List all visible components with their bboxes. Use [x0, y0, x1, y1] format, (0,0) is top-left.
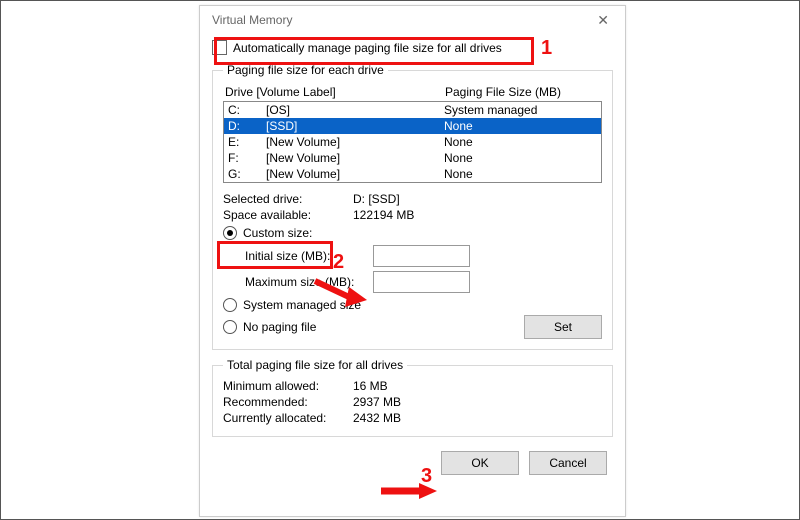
ok-button[interactable]: OK [441, 451, 519, 475]
virtual-memory-dialog: Virtual Memory ✕ Automatically manage pa… [199, 5, 626, 517]
custom-size-label: Custom size: [243, 226, 312, 240]
maximum-size-input[interactable] [373, 271, 470, 293]
set-button[interactable]: Set [524, 315, 602, 339]
list-item[interactable]: E: [New Volume] None [224, 134, 601, 150]
dialog-actions: OK Cancel [212, 445, 613, 475]
space-available-row: Space available: 122194 MB [223, 207, 602, 223]
list-item[interactable]: G: [New Volume] None [224, 166, 601, 182]
radio-icon[interactable] [223, 298, 237, 312]
dialog-body: Automatically manage paging file size fo… [200, 34, 625, 485]
list-item[interactable]: D: [SSD] None [224, 118, 601, 134]
paging-each-group: Paging file size for each drive Drive [V… [212, 63, 613, 350]
paging-each-legend: Paging file size for each drive [223, 63, 388, 77]
list-item[interactable]: C: [OS] System managed [224, 102, 601, 118]
system-managed-radio[interactable]: System managed size [223, 295, 602, 315]
close-icon[interactable]: ✕ [589, 10, 617, 31]
radio-icon[interactable] [223, 320, 237, 334]
list-item[interactable]: F: [New Volume] None [224, 150, 601, 166]
auto-manage-checkbox[interactable] [212, 40, 227, 55]
auto-manage-label: Automatically manage paging file size fo… [233, 41, 502, 55]
cancel-button[interactable]: Cancel [529, 451, 607, 475]
selected-drive-row: Selected drive: D: [SSD] [223, 191, 602, 207]
no-paging-radio[interactable]: No paging file [223, 317, 524, 337]
paging-total-legend: Total paging file size for all drives [223, 358, 407, 372]
maximum-size-row: Maximum size (MB): [223, 269, 602, 295]
header-size: Paging File Size (MB) [445, 85, 561, 99]
auto-manage-row[interactable]: Automatically manage paging file size fo… [212, 38, 613, 57]
paging-total-group: Total paging file size for all drives Mi… [212, 358, 613, 437]
initial-size-row: Initial size (MB): [223, 243, 602, 269]
titlebar: Virtual Memory ✕ [200, 6, 625, 34]
custom-size-radio[interactable]: Custom size: [223, 223, 602, 243]
screenshot-canvas: Virtual Memory ✕ Automatically manage pa… [0, 0, 800, 520]
initial-size-input[interactable] [373, 245, 470, 267]
header-drive: Drive [Volume Label] [225, 85, 445, 99]
drive-list-header: Drive [Volume Label] Paging File Size (M… [223, 83, 602, 101]
window-title: Virtual Memory [212, 13, 292, 27]
radio-icon[interactable] [223, 226, 237, 240]
drive-listbox[interactable]: C: [OS] System managed D: [SSD] None E: … [223, 101, 602, 183]
